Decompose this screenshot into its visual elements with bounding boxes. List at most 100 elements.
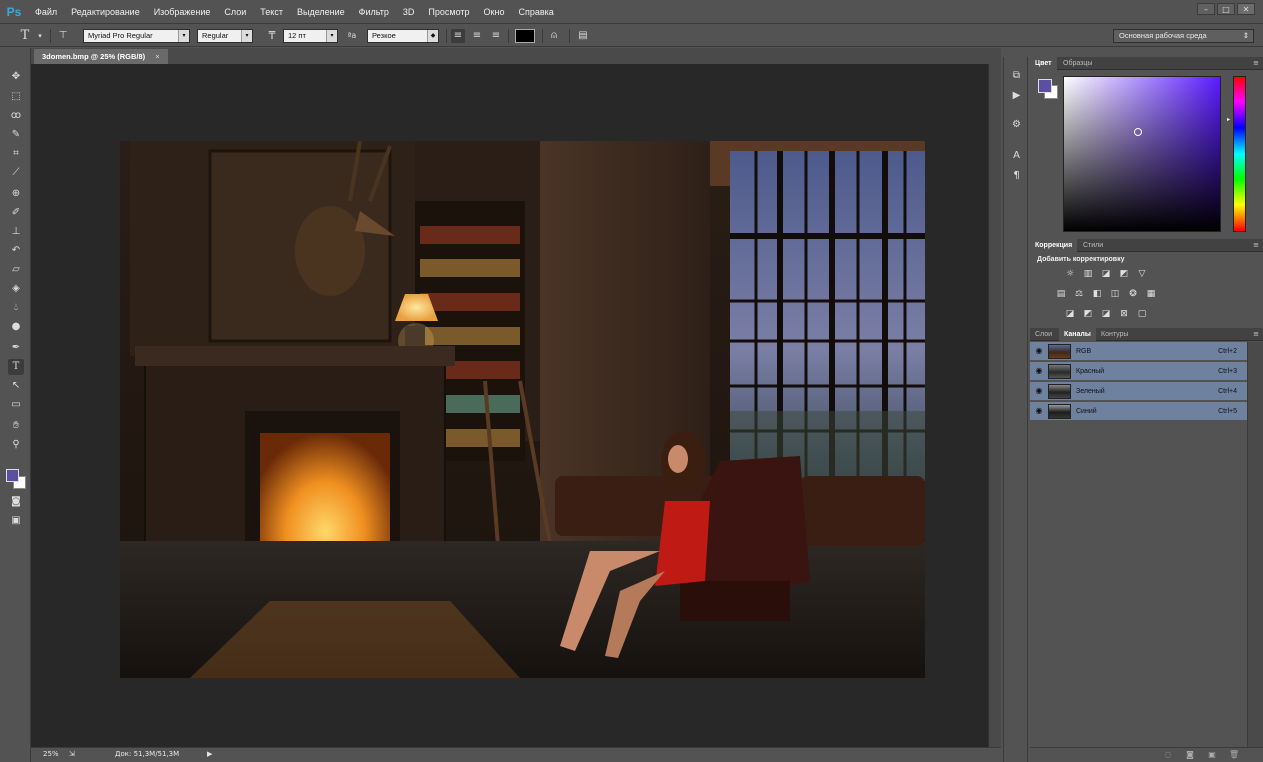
color-lookup-icon[interactable]: ▦ [1145, 289, 1157, 300]
zoom-tool-icon[interactable]: ⚲ [8, 437, 24, 453]
rectangle-tool-icon[interactable]: ▭ [8, 397, 24, 413]
eye-icon[interactable]: ◉ [1034, 366, 1044, 376]
channel-row-green[interactable]: ◉ Зеленый Ctrl+4 [1030, 382, 1247, 401]
text-color-swatch[interactable] [515, 29, 535, 43]
photo-filter-icon[interactable]: ◫ [1109, 289, 1121, 300]
clone-stamp-tool-icon[interactable]: ⊥ [8, 224, 24, 240]
actions-panel-icon[interactable]: ▶ [1009, 88, 1024, 103]
selective-color-icon[interactable]: ▢ [1136, 309, 1148, 320]
hue-saturation-icon[interactable]: ▤ [1055, 289, 1067, 300]
character-panel-icon[interactable]: ▤ [576, 29, 590, 43]
close-tab-icon[interactable]: × [155, 52, 159, 61]
eye-icon[interactable]: ◉ [1034, 406, 1044, 416]
trash-icon[interactable]: 🗑︎ [1229, 750, 1239, 760]
document-tab[interactable]: 3domen.bmp @ 25% (RGB/8) × [34, 49, 168, 64]
menu-filter[interactable]: Фильтр [352, 0, 396, 24]
maximize-button[interactable]: □ [1217, 3, 1235, 15]
tab-swatches[interactable]: Образцы [1058, 57, 1097, 70]
load-selection-icon[interactable]: ◌ [1163, 750, 1173, 760]
align-center-icon[interactable]: ≡ [470, 29, 484, 43]
workspace-select[interactable]: Основная рабочая среда ⇕ [1113, 29, 1254, 43]
font-family-select[interactable]: Myriad Pro Regular ▾ [83, 29, 190, 43]
hue-slider[interactable] [1233, 76, 1246, 232]
healing-brush-tool-icon[interactable]: ⊕ [8, 186, 24, 202]
screen-mode-icon[interactable]: ▣ [8, 513, 24, 529]
brightness-contrast-icon[interactable]: ☼ [1064, 269, 1076, 280]
path-selection-tool-icon[interactable]: ↖ [8, 378, 24, 394]
text-orientation-icon[interactable]: ⊤ [56, 29, 70, 43]
color-balance-icon[interactable]: ⚖ [1073, 289, 1085, 300]
paint-bucket-tool-icon[interactable]: ◈ [8, 281, 24, 297]
channel-row-red[interactable]: ◉ Красный Ctrl+3 [1030, 362, 1247, 381]
character-panel-icon[interactable]: A [1009, 148, 1024, 163]
channel-mixer-icon[interactable]: ❂ [1127, 289, 1139, 300]
hand-tool-icon[interactable]: ✋︎ [8, 418, 24, 434]
levels-icon[interactable]: ▥ [1082, 269, 1094, 280]
tab-layers[interactable]: Слои [1030, 328, 1057, 341]
hue-slider-marker-icon[interactable]: ▸ [1227, 116, 1230, 123]
channel-row-rgb[interactable]: ◉ RGB Ctrl+2 [1030, 342, 1247, 361]
threshold-icon[interactable]: ◪ [1100, 309, 1112, 320]
align-left-icon[interactable]: ≡ [451, 29, 465, 43]
blur-tool-icon[interactable]: 💧︎ [8, 300, 24, 316]
save-selection-icon[interactable]: ◙ [1185, 750, 1195, 760]
vibrance-icon[interactable]: ▽ [1136, 269, 1148, 280]
black-white-icon[interactable]: ◧ [1091, 289, 1103, 300]
menu-help[interactable]: Справка [511, 0, 560, 24]
curves-icon[interactable]: ◪ [1100, 269, 1112, 280]
menu-layers[interactable]: Слои [217, 0, 253, 24]
invert-icon[interactable]: ◪ [1064, 309, 1076, 320]
export-icon[interactable]: ⇲ [69, 750, 75, 758]
status-menu-arrow-icon[interactable]: ▶ [207, 750, 212, 758]
brush-tool-icon[interactable]: ✐ [8, 205, 24, 221]
exposure-icon[interactable]: ◩ [1118, 269, 1130, 280]
font-size-select[interactable]: 12 пт ▾ [283, 29, 338, 43]
font-style-select[interactable]: Regular ▾ [197, 29, 253, 43]
crop-tool-icon[interactable]: ⌗ [8, 146, 24, 162]
quick-selection-tool-icon[interactable]: ✎ [8, 127, 24, 143]
eye-icon[interactable]: ◉ [1034, 346, 1044, 356]
menu-type[interactable]: Текст [253, 0, 290, 24]
menu-select[interactable]: Выделение [290, 0, 352, 24]
tab-styles[interactable]: Стили [1078, 239, 1108, 252]
dodge-tool-icon[interactable]: ● [8, 319, 24, 335]
chevron-down-icon[interactable]: ▾ [33, 29, 47, 43]
warp-text-icon[interactable]: ⍝ [547, 29, 561, 43]
eye-icon[interactable]: ◉ [1034, 386, 1044, 396]
move-tool-icon[interactable]: ✥ [8, 69, 24, 85]
posterize-icon[interactable]: ◩ [1082, 309, 1094, 320]
history-brush-tool-icon[interactable]: ↶ [8, 243, 24, 259]
eyedropper-tool-icon[interactable]: ⟋ [8, 165, 24, 181]
history-panel-icon[interactable]: ⧉ [1009, 68, 1024, 83]
menu-image[interactable]: Изображение [147, 0, 218, 24]
marquee-tool-icon[interactable]: ⬚ [8, 89, 24, 105]
vertical-scrollbar[interactable] [988, 64, 1001, 747]
tool-presets-icon[interactable]: ⚙ [1009, 117, 1024, 132]
panel-menu-icon[interactable]: ≡ [1253, 328, 1259, 341]
align-right-icon[interactable]: ≡ [489, 29, 503, 43]
quick-mask-icon[interactable]: ◙ [8, 494, 24, 510]
minimize-button[interactable]: – [1197, 3, 1215, 15]
panel-menu-icon[interactable]: ≡ [1253, 57, 1259, 70]
new-channel-icon[interactable]: ▣ [1207, 750, 1217, 760]
menu-file[interactable]: Файл [28, 0, 64, 24]
antialias-select[interactable]: Резкое ◆ [367, 29, 439, 43]
tab-paths[interactable]: Контуры [1096, 328, 1133, 341]
menu-view[interactable]: Просмотр [421, 0, 476, 24]
gradient-map-icon[interactable]: ⊠ [1118, 309, 1130, 320]
paragraph-panel-icon[interactable]: ¶ [1009, 168, 1024, 183]
tab-adjustments[interactable]: Коррекция [1030, 239, 1078, 252]
tab-color[interactable]: Цвет [1030, 57, 1057, 70]
lasso-tool-icon[interactable]: ꝏ [8, 108, 24, 124]
menu-edit[interactable]: Редактирование [64, 0, 147, 24]
foreground-color-swatch[interactable] [1038, 79, 1052, 93]
zoom-level[interactable]: 25% [43, 750, 59, 758]
panel-menu-icon[interactable]: ≡ [1253, 239, 1259, 252]
document-image[interactable] [120, 141, 925, 678]
eraser-tool-icon[interactable]: ▱ [8, 262, 24, 278]
channel-list-scrollbar[interactable] [1247, 342, 1263, 752]
color-picker-cursor[interactable] [1134, 128, 1142, 136]
close-button[interactable]: ✕ [1237, 3, 1255, 15]
pen-tool-icon[interactable]: ✒ [8, 340, 24, 356]
color-picker-field[interactable] [1063, 76, 1221, 232]
